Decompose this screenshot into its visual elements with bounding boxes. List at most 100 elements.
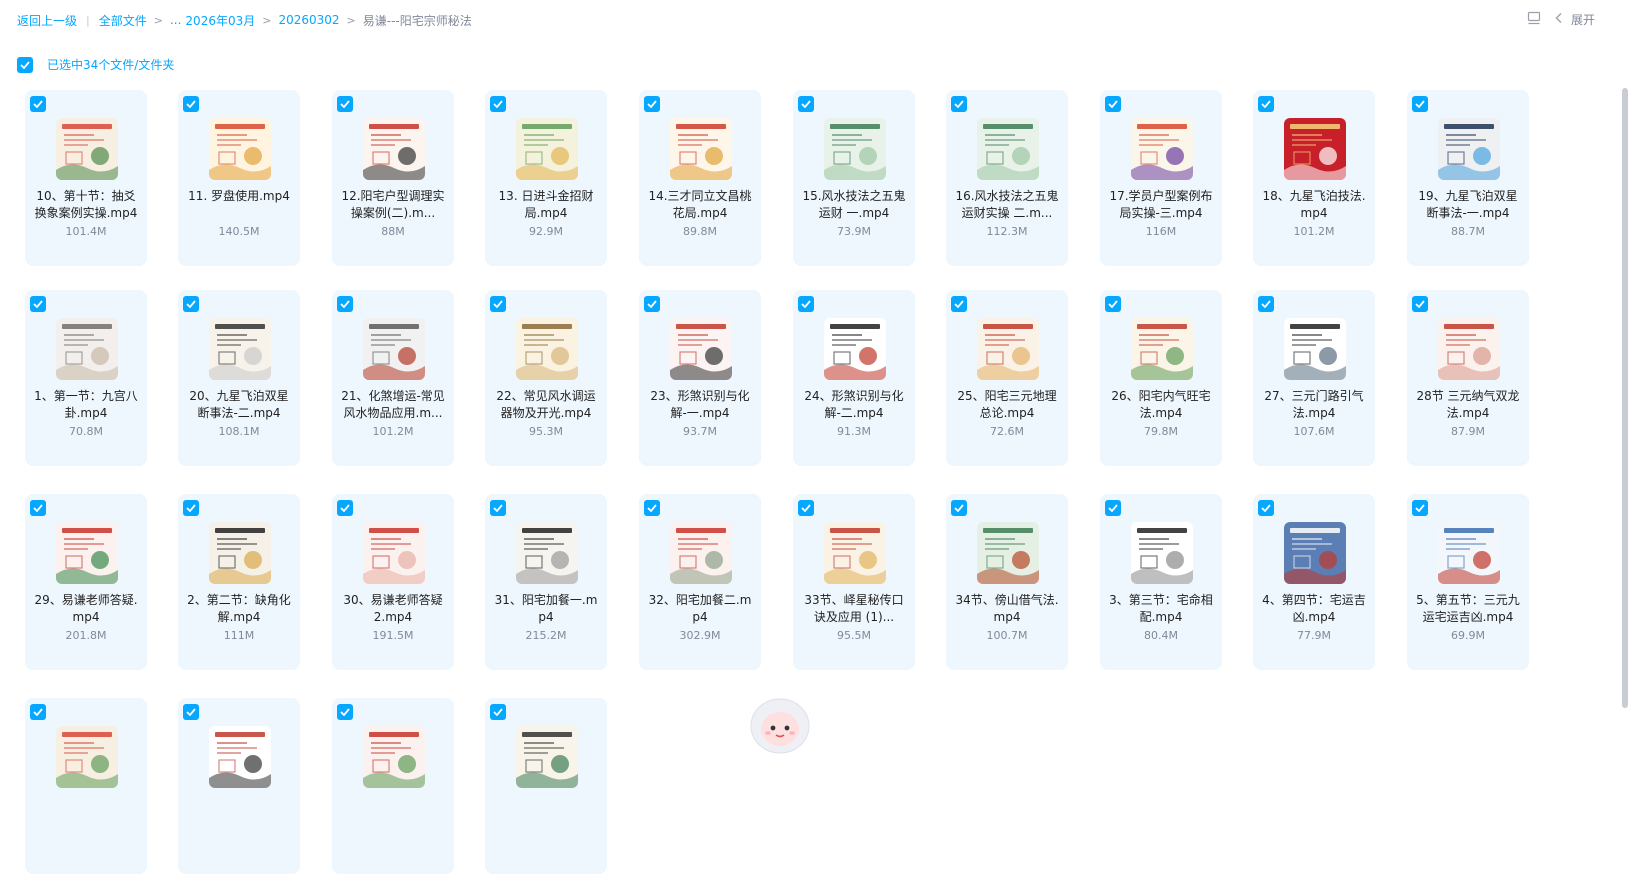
file-size: 89.8M (683, 225, 717, 238)
file-name: 34节、傍山借气法.mp4 (955, 593, 1059, 624)
file-card[interactable]: 31、阳宅加餐一.mp4 215.2M (485, 494, 607, 670)
file-checkbox[interactable] (951, 296, 967, 312)
file-checkbox[interactable] (1258, 96, 1274, 112)
file-checkbox[interactable] (490, 96, 506, 112)
file-checkbox[interactable] (1105, 500, 1121, 516)
video-thumbnail (824, 318, 886, 380)
file-card[interactable]: 13. 日进斗金招财局.mp4 92.9M (485, 90, 607, 266)
file-checkbox[interactable] (183, 500, 199, 516)
breadcrumb-item-date[interactable]: 20260302 (278, 13, 339, 27)
breadcrumb-item-month[interactable]: 2026年03月 (185, 12, 255, 29)
file-card[interactable]: 3、第三节：宅命相配.mp4 80.4M (1100, 494, 1222, 670)
file-card[interactable]: 16.风水技法之五鬼运财实操 二.m... 112.3M (946, 90, 1068, 266)
file-card[interactable]: 21、化煞增运-常见风水物品应用.m... 101.2M (332, 290, 454, 466)
back-link[interactable]: 返回上一级 (17, 12, 77, 29)
file-card[interactable]: 1、第一节：九宫八卦.mp4 70.8M (25, 290, 147, 466)
file-checkbox[interactable] (490, 500, 506, 516)
file-checkbox[interactable] (30, 296, 46, 312)
file-size: 140.5M (218, 225, 260, 238)
file-checkbox[interactable] (644, 500, 660, 516)
video-thumbnail (516, 726, 578, 788)
file-checkbox[interactable] (1412, 296, 1428, 312)
file-card[interactable]: 14.三才同立文昌桃花局.mp4 89.8M (639, 90, 761, 266)
file-card[interactable]: 4、第四节：宅运吉凶.mp4 77.9M (1253, 494, 1375, 670)
file-card[interactable]: 34节、傍山借气法.mp4 100.7M (946, 494, 1068, 670)
file-checkbox[interactable] (490, 704, 506, 720)
file-card[interactable]: 25、阳宅三元地理总论.mp4 72.6M (946, 290, 1068, 466)
select-all-checkbox[interactable] (17, 56, 33, 73)
file-checkbox[interactable] (183, 96, 199, 112)
file-checkbox[interactable] (30, 704, 46, 720)
file-card[interactable]: 2、第二节：缺角化解.mp4 111M (178, 494, 300, 670)
file-checkbox[interactable] (644, 96, 660, 112)
video-thumbnail (1131, 318, 1193, 380)
file-name: 25、阳宅三元地理总论.mp4 (957, 389, 1057, 420)
file-card[interactable]: 26、阳宅内气旺宅法.mp4 79.8M (1100, 290, 1222, 466)
vertical-scrollbar[interactable] (1622, 88, 1628, 708)
video-thumbnail (516, 318, 578, 380)
file-card[interactable]: 23、形煞识别与化解-一.mp4 93.7M (639, 290, 761, 466)
file-card[interactable]: 10、第十节：抽爻换象案例实操.mp4 101.4M (25, 90, 147, 266)
file-card[interactable]: 27、三元门路引气法.mp4 107.6M (1253, 290, 1375, 466)
file-name: 19、九星飞泊双星断事法-一.mp4 (1418, 189, 1518, 220)
video-thumbnail (363, 522, 425, 584)
assistant-mascot-icon[interactable] (748, 692, 812, 756)
file-name: 11. 罗盘使用.mp4 (188, 189, 290, 203)
breadcrumb-divider: | (86, 13, 90, 27)
file-card[interactable]: 19、九星飞泊双星断事法-一.mp4 88.7M (1407, 90, 1529, 266)
video-thumbnail (56, 726, 118, 788)
file-checkbox[interactable] (337, 500, 353, 516)
breadcrumb-all-files[interactable]: 全部文件 (99, 12, 147, 29)
file-card[interactable]: 28节 三元纳气双龙法.mp4 87.9M (1407, 290, 1529, 466)
file-card[interactable] (485, 698, 607, 874)
chevron-left-icon (1555, 12, 1563, 27)
file-checkbox[interactable] (798, 296, 814, 312)
chevron-right-icon: > (153, 13, 163, 27)
file-card[interactable] (178, 698, 300, 874)
file-card[interactable]: 24、形煞识别与化解-二.mp4 91.3M (793, 290, 915, 466)
file-checkbox[interactable] (1105, 96, 1121, 112)
file-checkbox[interactable] (644, 296, 660, 312)
file-name: 14.三才同立文昌桃花局.mp4 (648, 189, 752, 220)
file-card[interactable]: 32、阳宅加餐二.mp4 302.9M (639, 494, 761, 670)
file-checkbox[interactable] (1105, 296, 1121, 312)
file-checkbox[interactable] (798, 500, 814, 516)
file-checkbox[interactable] (1258, 296, 1274, 312)
file-card[interactable]: 15.风水技法之五鬼运财 一.mp4 73.9M (793, 90, 915, 266)
file-checkbox[interactable] (490, 296, 506, 312)
video-thumbnail (977, 118, 1039, 180)
file-card[interactable]: 30、易谦老师答疑2.mp4 191.5M (332, 494, 454, 670)
selection-count-label: 已选中34个文件/文件夹 (47, 58, 175, 72)
file-card[interactable]: 33节、峄星秘传口诀及应用 (1)... 95.5M (793, 494, 915, 670)
file-card[interactable]: 17.学员户型案例布局实操-三.mp4 116M (1100, 90, 1222, 266)
video-thumbnail (209, 118, 271, 180)
file-card[interactable]: 18、九星飞泊技法.mp4 101.2M (1253, 90, 1375, 266)
expand-button[interactable]: 展开 (1555, 11, 1595, 28)
file-checkbox[interactable] (337, 296, 353, 312)
breadcrumb-ellipsis[interactable]: ... (170, 13, 181, 27)
file-checkbox[interactable] (30, 500, 46, 516)
file-card[interactable]: 5、第五节：三元九运宅运吉凶.mp4 69.9M (1407, 494, 1529, 670)
video-thumbnail (1438, 318, 1500, 380)
file-checkbox[interactable] (183, 296, 199, 312)
file-checkbox[interactable] (337, 96, 353, 112)
file-card[interactable]: 12.阳宅户型调理实操案例(二).m... 88M (332, 90, 454, 266)
selection-bar: 已选中34个文件/文件夹 (17, 56, 174, 73)
file-checkbox[interactable] (183, 704, 199, 720)
file-checkbox[interactable] (337, 704, 353, 720)
file-card[interactable]: 11. 罗盘使用.mp4 140.5M (178, 90, 300, 266)
file-checkbox[interactable] (1258, 500, 1274, 516)
file-checkbox[interactable] (798, 96, 814, 112)
file-card[interactable]: 22、常见风水调运器物及开光.mp4 95.3M (485, 290, 607, 466)
view-mode-icon[interactable] (1527, 11, 1541, 28)
file-card[interactable] (25, 698, 147, 874)
file-card[interactable]: 20、九星飞泊双星断事法-二.mp4 108.1M (178, 290, 300, 466)
file-checkbox[interactable] (1412, 500, 1428, 516)
file-name: 3、第三节：宅命相配.mp4 (1109, 593, 1213, 624)
file-checkbox[interactable] (951, 500, 967, 516)
file-checkbox[interactable] (951, 96, 967, 112)
file-card[interactable] (332, 698, 454, 874)
file-checkbox[interactable] (1412, 96, 1428, 112)
file-card[interactable]: 29、易谦老师答疑.mp4 201.8M (25, 494, 147, 670)
file-checkbox[interactable] (30, 96, 46, 112)
